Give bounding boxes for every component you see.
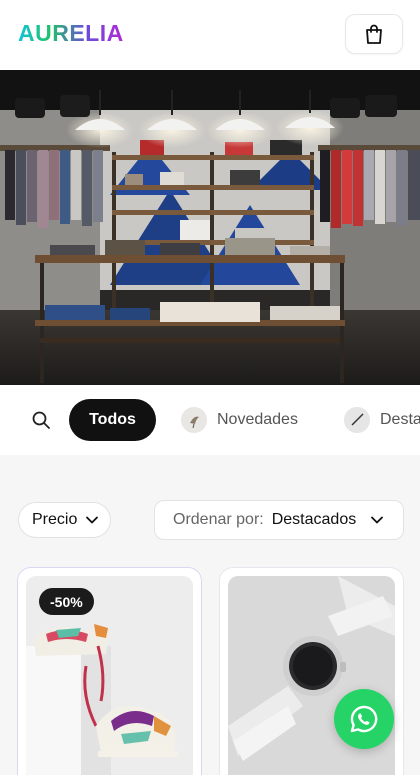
sort-value: Destacados (271, 511, 357, 528)
whatsapp-button[interactable] (334, 689, 394, 749)
category-label-destacados: Destacados (380, 411, 420, 428)
search-icon (32, 411, 50, 429)
category-chip-todos[interactable]: Todos (69, 399, 156, 441)
store-interior-image (0, 70, 420, 385)
feather-thumbnail (344, 407, 370, 433)
bird-thumbnail (181, 407, 207, 433)
chevron-down-icon (371, 516, 384, 524)
price-filter-button[interactable]: Precio (18, 502, 111, 538)
shopping-bag-icon (366, 24, 382, 44)
chevron-down-icon (86, 516, 99, 524)
category-chip-novedades[interactable]: Novedades (181, 399, 298, 441)
category-chip-destacados[interactable]: Destacados (344, 399, 420, 441)
whatsapp-icon (350, 705, 378, 733)
brand-logo[interactable]: AURELIA (18, 20, 124, 47)
hero-banner (0, 70, 420, 385)
price-filter-label: Precio (32, 511, 78, 528)
category-label-novedades: Novedades (217, 411, 298, 428)
header: AURELIA (0, 0, 420, 70)
cart-button[interactable] (345, 14, 403, 54)
discount-badge: -50% (39, 588, 94, 615)
sort-select[interactable]: Ordenar por: Destacados (154, 500, 404, 540)
sort-label: Ordenar por: (173, 511, 264, 528)
category-search-button[interactable] (28, 407, 54, 433)
category-bar: Todos Novedades Destacados (0, 385, 420, 455)
